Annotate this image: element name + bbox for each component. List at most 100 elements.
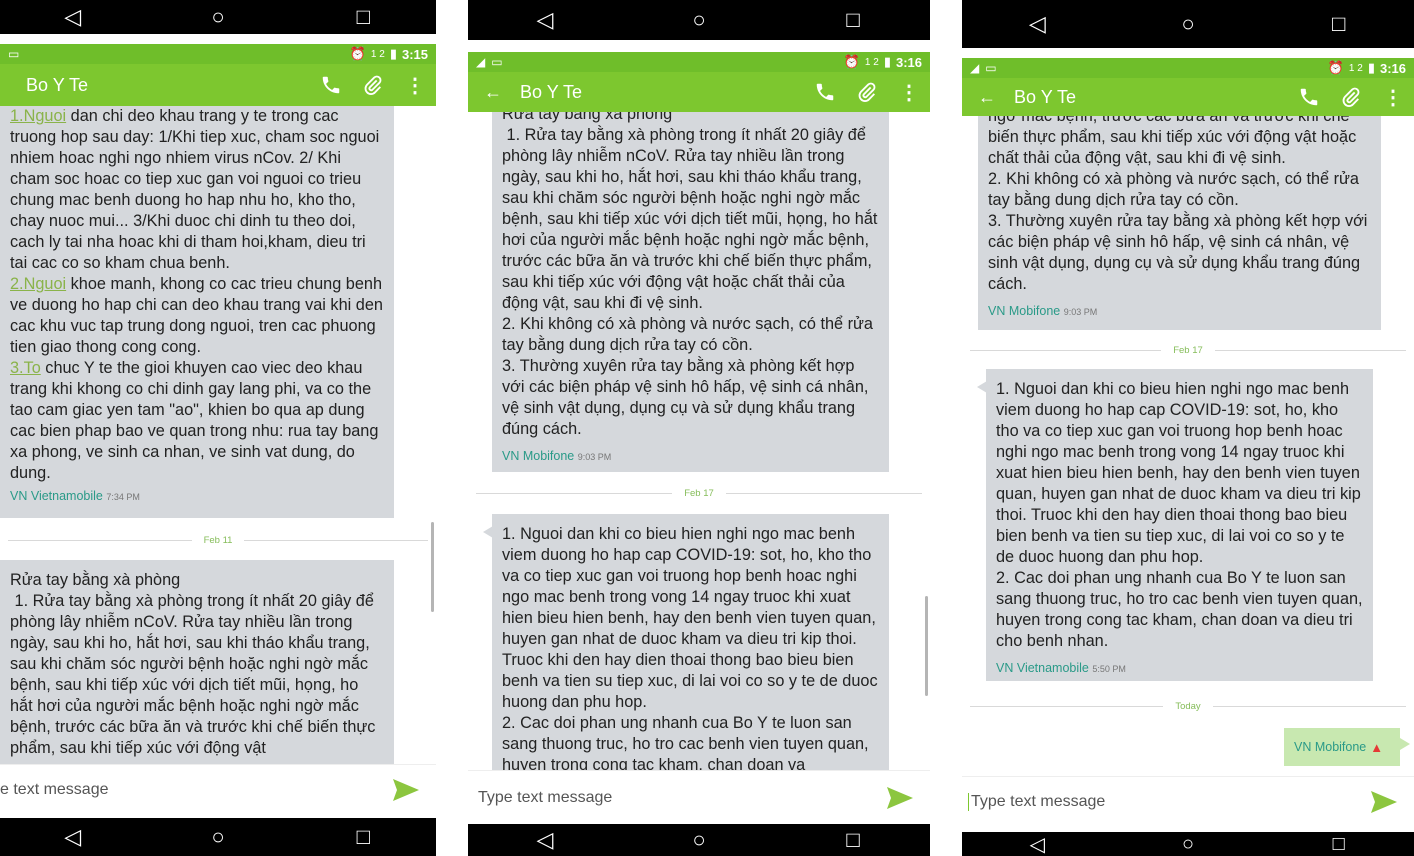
recents-button[interactable]: □ bbox=[823, 824, 883, 856]
home-button[interactable]: ○ bbox=[1158, 0, 1218, 48]
compose-bar bbox=[962, 776, 1414, 826]
status-time: 3:16 bbox=[1379, 60, 1406, 76]
date-divider: Feb 17 bbox=[970, 343, 1407, 357]
message-sender: VN Mobifone 9:03 PM bbox=[502, 449, 612, 463]
sent-message-bubble[interactable]: VN Mobifone ▲ bbox=[1284, 728, 1410, 766]
home-icon: ○ bbox=[1181, 832, 1195, 855]
message-bubble[interactable]: 1.Nguoi dan chi deo khau trang y te tron… bbox=[0, 106, 394, 518]
battery-icon: ▮ bbox=[389, 46, 397, 61]
bottom-navigation-bar: ◁ ○ □ bbox=[468, 824, 930, 856]
send-icon bbox=[1371, 790, 1397, 813]
recents-icon: □ bbox=[846, 7, 860, 32]
message-input[interactable] bbox=[0, 780, 376, 799]
back-button[interactable]: ◁ bbox=[1007, 0, 1067, 48]
message-link[interactable]: 2.Nguoi bbox=[10, 275, 66, 293]
overflow-menu-button[interactable]: ⋮ bbox=[1372, 85, 1414, 110]
message-input[interactable] bbox=[468, 788, 870, 807]
message-list[interactable]: ngờ mắc bệnh, trước các bữa ăn và trước … bbox=[962, 116, 1414, 776]
message-time: 7:34 PM bbox=[106, 492, 140, 502]
alarm-icon: ⏰ bbox=[349, 46, 366, 61]
message-bubble[interactable]: 1. Nguoi dan khi co bieu hien nghi ngo m… bbox=[483, 514, 889, 770]
home-button[interactable]: ○ bbox=[188, 818, 248, 856]
recents-icon: □ bbox=[356, 824, 370, 849]
home-button[interactable]: ○ bbox=[188, 0, 248, 34]
recents-icon: □ bbox=[1332, 832, 1345, 855]
message-text: Rửa tay bằng xà phòng 1. Rửa tay bằng xà… bbox=[502, 112, 878, 438]
message-text: 1. Nguoi dan khi co bieu hien nghi ngo m… bbox=[996, 380, 1363, 650]
message-input[interactable] bbox=[968, 792, 1354, 811]
bubble-tail bbox=[483, 526, 493, 538]
top-navigation-bar: ◁ ○ □ bbox=[962, 0, 1414, 48]
date-divider: Feb 17 bbox=[476, 486, 923, 500]
recents-button[interactable]: □ bbox=[333, 818, 393, 856]
home-icon: ○ bbox=[692, 827, 706, 852]
bottom-navigation-bar: ◁ ○ □ bbox=[962, 832, 1414, 856]
recents-button[interactable]: □ bbox=[1309, 832, 1369, 856]
sim-icon: ▭ bbox=[491, 55, 503, 69]
send-button[interactable] bbox=[1354, 790, 1414, 814]
paperclip-icon bbox=[364, 75, 382, 95]
recents-button[interactable]: □ bbox=[823, 0, 883, 40]
back-icon: ◁ bbox=[64, 4, 82, 29]
more-vert-icon: ⋮ bbox=[1383, 86, 1403, 109]
back-arrow-icon[interactable]: ← bbox=[978, 87, 1014, 108]
call-button[interactable] bbox=[310, 74, 352, 96]
compose-bar bbox=[468, 770, 930, 824]
recents-button[interactable]: □ bbox=[333, 0, 393, 34]
recents-button[interactable]: □ bbox=[1309, 0, 1369, 48]
home-button[interactable]: ○ bbox=[669, 0, 729, 40]
recents-icon: □ bbox=[356, 4, 370, 29]
back-button[interactable]: ◁ bbox=[515, 0, 575, 40]
back-button[interactable]: ◁ bbox=[515, 824, 575, 856]
scrollbar[interactable] bbox=[431, 522, 434, 612]
phone-icon bbox=[816, 83, 834, 101]
message-text: ngờ mắc bệnh, trước các bữa ăn và trước … bbox=[988, 116, 1368, 293]
back-arrow-icon[interactable]: ← bbox=[484, 82, 520, 103]
send-button[interactable] bbox=[376, 778, 436, 802]
bubble-tail bbox=[1400, 738, 1410, 750]
call-button[interactable] bbox=[804, 81, 846, 103]
message-list[interactable]: Rửa tay bằng xà phòng 1. Rửa tay bằng xà… bbox=[468, 112, 930, 770]
alarm-icon: ⏰ bbox=[843, 54, 860, 69]
overflow-menu-button[interactable]: ⋮ bbox=[394, 73, 436, 98]
date-divider: Feb 11 bbox=[8, 533, 428, 547]
attach-button[interactable] bbox=[1330, 86, 1372, 108]
message-list[interactable]: 1.Nguoi dan chi deo khau trang y te tron… bbox=[0, 106, 436, 764]
paperclip-icon bbox=[1342, 87, 1360, 107]
attach-button[interactable] bbox=[846, 81, 888, 103]
phone-icon bbox=[1300, 88, 1318, 106]
message-bubble[interactable]: Rửa tay bằng xà phòng 1. Rửa tay bằng xà… bbox=[0, 560, 394, 764]
message-time: 5:50 PM bbox=[1092, 664, 1126, 674]
message-link[interactable]: 1.Nguoi bbox=[10, 107, 66, 125]
alarm-icon: ⏰ bbox=[1327, 60, 1344, 75]
home-button[interactable]: ○ bbox=[1158, 832, 1218, 856]
message-text: Rửa tay bằng xà phòng 1. Rửa tay bằng xà… bbox=[10, 571, 376, 757]
message-bubble[interactable]: 1. Nguoi dan khi co bieu hien nghi ngo m… bbox=[977, 369, 1373, 681]
home-icon: ○ bbox=[1181, 11, 1195, 36]
scrollbar[interactable] bbox=[925, 596, 928, 696]
overflow-menu-button[interactable]: ⋮ bbox=[888, 80, 930, 105]
call-button[interactable] bbox=[1288, 86, 1330, 108]
compose-bar bbox=[0, 764, 436, 814]
back-button[interactable]: ◁ bbox=[1007, 832, 1067, 856]
conversation-title: Bo Y Te bbox=[26, 74, 89, 95]
status-bar: ◢ ▭ ⏰ 1 2 ▮ 3:16 bbox=[962, 58, 1414, 78]
signal-icon: 1 2 bbox=[370, 48, 385, 60]
warning-icon[interactable]: ▲ bbox=[1370, 740, 1383, 755]
message-time: 9:03 PM bbox=[577, 452, 612, 462]
more-vert-icon: ⋮ bbox=[405, 74, 425, 97]
home-button[interactable]: ○ bbox=[669, 824, 729, 856]
phone-icon bbox=[322, 76, 340, 94]
message-text: 1. Nguoi dan khi co bieu hien nghi ngo m… bbox=[502, 525, 878, 770]
back-button[interactable]: ◁ bbox=[43, 818, 103, 856]
conversation-title: Bo Y Te bbox=[520, 81, 583, 102]
date-divider: Today bbox=[970, 699, 1407, 713]
back-button[interactable]: ◁ bbox=[43, 0, 103, 34]
message-bubble[interactable]: Rửa tay bằng xà phòng 1. Rửa tay bằng xà… bbox=[492, 112, 889, 472]
message-bubble[interactable]: ngờ mắc bệnh, trước các bữa ăn và trước … bbox=[978, 116, 1381, 330]
message-link[interactable]: 3.To bbox=[10, 359, 41, 377]
back-icon: ◁ bbox=[536, 827, 554, 852]
message-text: 1.Nguoi dan chi deo khau trang y te tron… bbox=[10, 107, 388, 482]
attach-button[interactable] bbox=[352, 74, 394, 96]
send-button[interactable] bbox=[870, 786, 930, 810]
